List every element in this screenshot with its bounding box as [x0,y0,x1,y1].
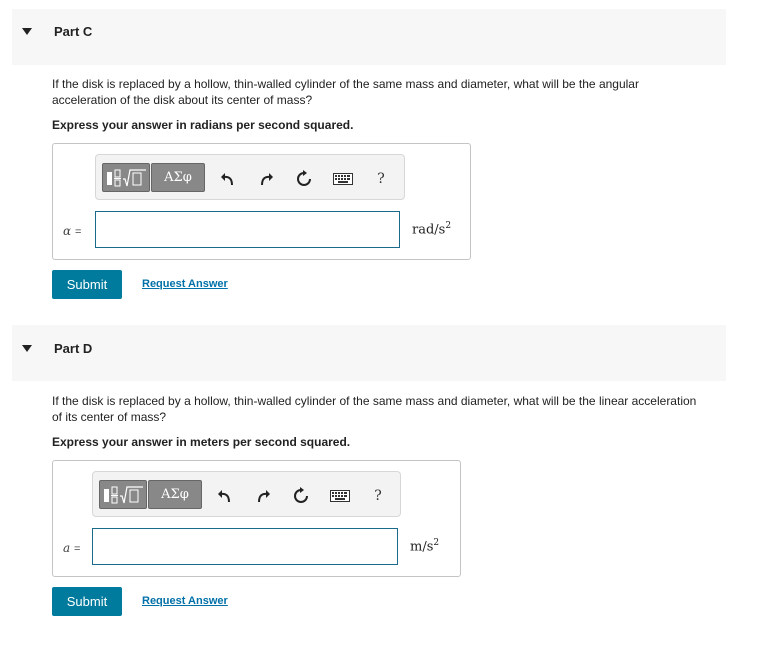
unit-label: m/s2 [410,538,439,554]
unit-base: rad/s [412,222,446,238]
request-answer-link[interactable]: Request Answer [142,595,228,607]
part-c-title: Part C [54,24,93,39]
part-c-instruction: Express your answer in radians per secon… [52,118,354,132]
redo-icon[interactable] [256,169,276,189]
templates-icon [107,168,146,186]
help-icon[interactable]: ? [368,486,388,506]
equals-sign: = [73,543,81,555]
part-d-header[interactable] [12,325,726,381]
greek-button[interactable]: ΑΣφ [151,163,205,192]
undo-icon[interactable] [218,169,238,189]
request-answer-link[interactable]: Request Answer [142,278,228,290]
redo-icon[interactable] [253,486,273,506]
math-toolbar: ΑΣφ ? [92,471,401,517]
submit-button[interactable]: Submit [52,587,122,616]
templates-button[interactable] [99,480,147,509]
variable-symbol: α [63,224,72,238]
variable-label: α = [63,224,81,238]
unit-label: rad/s2 [412,221,451,237]
variable-label: a = [63,541,80,555]
undo-icon[interactable] [215,486,235,506]
part-d-instruction: Express your answer in meters per second… [52,435,351,449]
part-c-question: If the disk is replaced by a hollow, thi… [52,77,639,107]
reset-icon[interactable] [294,169,314,189]
math-toolbar: ΑΣφ ? [95,154,405,200]
answer-input[interactable] [95,211,400,248]
keyboard-icon[interactable] [329,486,351,506]
variable-symbol: a [63,541,71,555]
part-c-answer-box: ΑΣφ ? α = rad/s2 [52,143,471,260]
unit-exponent: 2 [433,538,440,548]
collapse-caret-icon[interactable] [22,28,32,35]
unit-base: m/s [410,539,434,555]
templates-button[interactable] [102,163,150,192]
submit-button[interactable]: Submit [52,270,122,299]
part-d-title: Part D [54,341,93,356]
part-c-header[interactable] [12,9,726,65]
equals-sign: = [74,226,82,238]
answer-input[interactable] [92,528,398,565]
greek-button[interactable]: ΑΣφ [148,480,202,509]
collapse-caret-icon[interactable] [22,345,32,352]
keyboard-icon[interactable] [332,169,354,189]
templates-icon [104,485,143,503]
reset-icon[interactable] [291,486,311,506]
part-d-answer-box: ΑΣφ ? a = m/s2 [52,460,461,577]
help-icon[interactable]: ? [371,169,391,189]
unit-exponent: 2 [445,221,452,231]
part-d-question: If the disk is replaced by a hollow, thi… [52,394,697,424]
